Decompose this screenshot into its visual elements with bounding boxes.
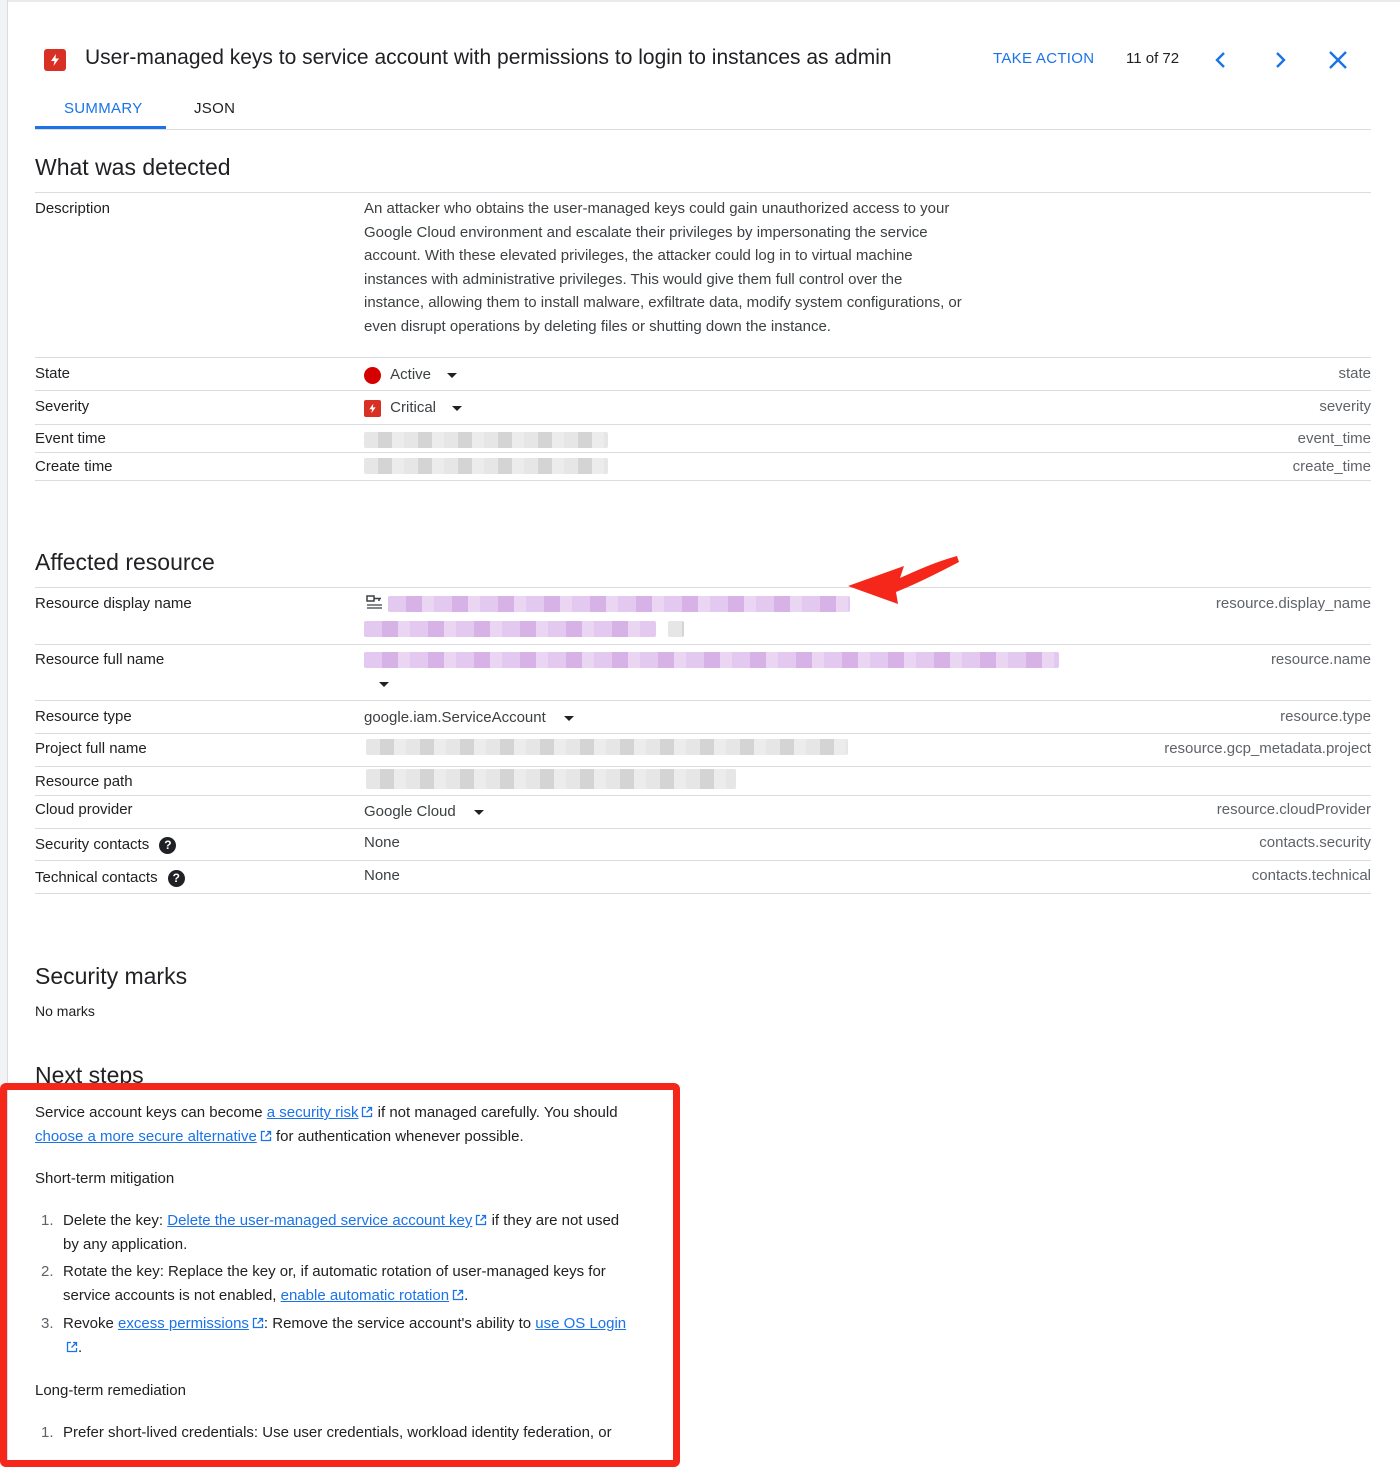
divider xyxy=(35,192,1371,193)
dropdown-arrow-icon xyxy=(473,809,484,815)
project-full-name-key: resource.gcp_metadata.project xyxy=(1164,740,1371,757)
tab-bar: SUMMARY JSON xyxy=(35,92,1371,130)
divider xyxy=(35,357,1371,358)
red-dot-icon xyxy=(364,366,381,384)
divider xyxy=(35,480,1371,481)
security-contacts-label: Security contacts xyxy=(35,836,150,853)
divider xyxy=(35,587,1371,588)
dropdown-arrow-icon xyxy=(447,372,458,378)
dropdown-arrow-icon xyxy=(452,405,463,411)
divider xyxy=(35,795,1371,796)
resource-display-name-redacted xyxy=(364,621,656,637)
divider xyxy=(35,860,1371,861)
state-key: state xyxy=(1338,365,1371,382)
event-time-label: Event time xyxy=(35,430,106,447)
severity-value: Critical xyxy=(390,399,437,416)
no-marks-text: No marks xyxy=(35,1003,95,1019)
create-time-label: Create time xyxy=(35,458,113,475)
event-time-key: event_time xyxy=(1297,430,1371,447)
cloud-provider-value: Google Cloud xyxy=(364,803,456,820)
annotation-arrow-icon xyxy=(848,556,959,604)
tab-summary[interactable]: SUMMARY xyxy=(64,100,143,117)
state-dropdown[interactable]: Active xyxy=(364,366,458,384)
resource-full-name-key: resource.name xyxy=(1270,651,1371,668)
help-circle-icon[interactable]: ? xyxy=(167,869,185,887)
severity-key: severity xyxy=(1319,398,1371,415)
resource-type-dropdown[interactable]: google.iam.ServiceAccount xyxy=(364,709,574,726)
security-contacts-key: contacts.security xyxy=(1259,834,1371,851)
next-button[interactable] xyxy=(1266,46,1294,74)
security-contacts-value: None xyxy=(364,834,400,851)
resource-type-label: Resource type xyxy=(35,708,132,725)
finding-title: User-managed keys to service account wit… xyxy=(85,46,892,69)
resource-full-name-redacted xyxy=(364,652,1059,668)
close-button[interactable] xyxy=(1324,46,1352,74)
dropdown-arrow-icon xyxy=(563,715,574,721)
cloud-provider-key: resource.cloudProvider xyxy=(1216,801,1371,818)
divider xyxy=(35,893,1371,894)
critical-bolt-icon xyxy=(364,399,381,417)
active-tab-indicator xyxy=(35,126,166,129)
finding-header: User-managed keys to service account wit… xyxy=(44,44,1364,78)
top-border xyxy=(0,0,1400,2)
copy-icon-redacted[interactable] xyxy=(668,621,684,637)
technical-contacts-key: contacts.technical xyxy=(1251,867,1371,884)
resource-type-key: resource.type xyxy=(1280,708,1371,725)
create-time-value-redacted xyxy=(364,458,608,474)
divider xyxy=(35,390,1371,391)
tab-json[interactable]: JSON xyxy=(194,100,235,117)
finding-counter: 11 of 72 xyxy=(1126,50,1180,67)
critical-bolt-icon xyxy=(44,49,66,71)
technical-contacts-label-row: Technical contacts ? xyxy=(35,869,185,887)
severity-dropdown[interactable]: Critical xyxy=(364,399,463,417)
close-icon xyxy=(1329,51,1347,69)
divider xyxy=(35,766,1371,767)
chevron-right-icon xyxy=(1276,52,1286,68)
section-heading-detected: What was detected xyxy=(35,154,231,180)
take-action-button[interactable]: TAKE ACTION xyxy=(993,50,1094,67)
technical-contacts-value: None xyxy=(364,867,400,884)
annotation-highlight-box xyxy=(0,1083,680,1467)
cloud-provider-label: Cloud provider xyxy=(35,801,133,818)
description-label: Description xyxy=(35,200,111,217)
resource-display-name-redacted[interactable] xyxy=(388,596,850,612)
divider xyxy=(35,700,1371,701)
state-label: State xyxy=(35,365,71,382)
technical-contacts-label: Technical contacts xyxy=(35,869,158,886)
security-contacts-label-row: Security contacts ? xyxy=(35,836,177,854)
divider xyxy=(35,644,1371,645)
severity-label: Severity xyxy=(35,398,90,415)
service-account-key-icon xyxy=(366,595,383,609)
divider xyxy=(35,828,1371,829)
help-circle-icon[interactable]: ? xyxy=(159,836,177,854)
description-text: An attacker who obtains the user-managed… xyxy=(364,200,962,335)
resource-display-name-key: resource.display_name xyxy=(1215,595,1371,612)
resource-path-label: Resource path xyxy=(35,773,133,790)
chevron-left-icon xyxy=(1215,52,1225,68)
event-time-value-redacted xyxy=(364,432,608,448)
resource-display-name-label: Resource display name xyxy=(35,595,192,612)
project-full-name-label: Project full name xyxy=(35,740,147,757)
create-time-key: create_time xyxy=(1292,458,1371,475)
expand-arrow-icon[interactable] xyxy=(379,682,389,687)
divider xyxy=(35,424,1371,425)
resource-full-name-label: Resource full name xyxy=(35,651,165,668)
resource-type-value: google.iam.ServiceAccount xyxy=(364,709,546,726)
previous-button[interactable] xyxy=(1207,46,1235,74)
divider xyxy=(35,452,1371,453)
divider xyxy=(35,733,1371,734)
cloud-provider-dropdown[interactable]: Google Cloud xyxy=(364,803,484,820)
section-heading-marks: Security marks xyxy=(35,963,188,989)
section-heading-affected: Affected resource xyxy=(35,549,215,575)
resource-path-redacted xyxy=(366,769,736,789)
state-value: Active xyxy=(390,366,432,383)
project-full-name-redacted xyxy=(366,739,848,755)
